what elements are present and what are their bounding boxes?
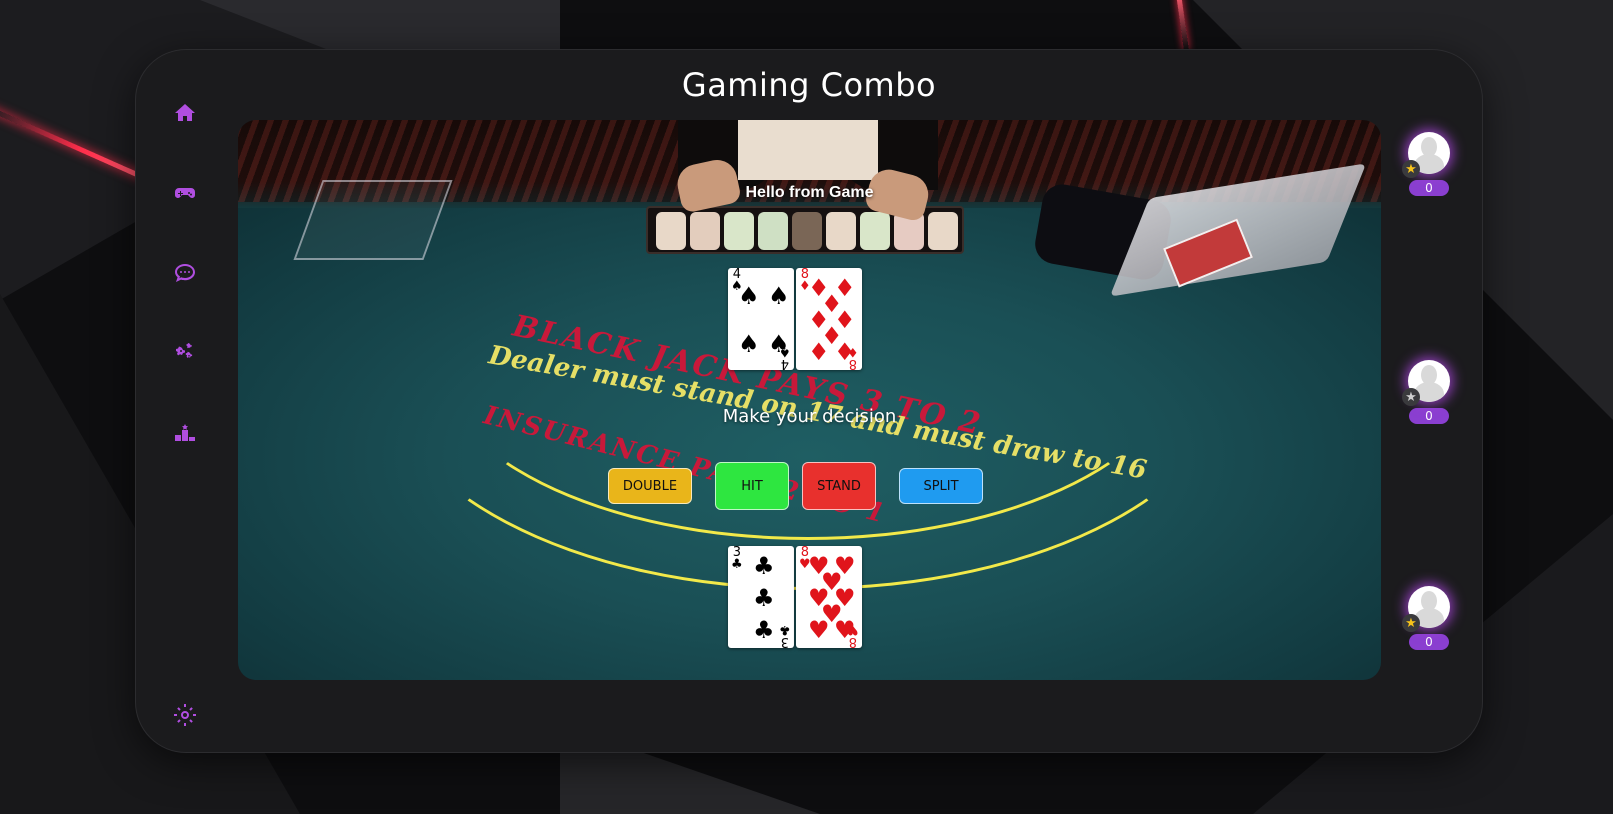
stand-button[interactable]: STAND xyxy=(802,462,876,510)
settings-icon[interactable] xyxy=(172,702,198,728)
double-button[interactable]: DOUBLE xyxy=(608,468,692,504)
decision-prompt: Make your decision xyxy=(722,406,897,427)
player-slot[interactable]: ★ 0 xyxy=(1402,586,1454,650)
chip-stack xyxy=(860,212,890,250)
chip-stack xyxy=(758,212,788,250)
action-buttons: DOUBLE HIT STAND SPLIT xyxy=(238,462,1381,512)
sidebar xyxy=(172,100,202,726)
player-slot[interactable]: ★ 0 xyxy=(1402,360,1454,424)
card-corner: 3 ♣ xyxy=(779,622,791,648)
chat-icon[interactable] xyxy=(172,260,198,286)
blackjack-table: BLACK JACK PAYS 3 TO 2 Dealer must stand… xyxy=(238,120,1381,680)
chip-stack xyxy=(724,212,754,250)
app-window: Gaming Combo BLACK JACK PAYS 3 TO 2 Deal… xyxy=(136,50,1482,752)
star-icon: ★ xyxy=(1402,614,1420,632)
dealer-card: 8 ♦ 8 ♦ ♦ ♦ ♦ ♦ ♦ ♦ ♦ ♦ xyxy=(796,268,862,370)
home-icon[interactable] xyxy=(172,100,198,126)
card-pip: ♣ xyxy=(753,584,775,612)
card-pip: ♦ xyxy=(808,338,830,366)
player-score: 0 xyxy=(1409,408,1449,424)
chip-stack xyxy=(690,212,720,250)
leaderboard-icon[interactable] xyxy=(172,420,198,446)
card-pip: ♣ xyxy=(753,552,775,580)
card-pip: ♣ xyxy=(753,616,775,644)
dealer-card: 4 ♠ 4 ♠ ♠ ♠ ♠ ♠ xyxy=(728,268,794,370)
card-pip: ♥ xyxy=(834,616,856,644)
card-pip: ♠ xyxy=(768,282,790,310)
player-card: 3 ♣ 3 ♣ ♣ ♣ ♣ xyxy=(728,546,794,648)
dealer-figure xyxy=(738,120,878,180)
chip-stack xyxy=(656,212,686,250)
chip-stack xyxy=(792,212,822,250)
card-corner: 3 ♣ xyxy=(731,546,743,572)
gears-icon[interactable] xyxy=(172,340,198,366)
star-icon: ★ xyxy=(1402,160,1420,178)
chip-stack xyxy=(826,212,856,250)
chip-stack xyxy=(928,212,958,250)
split-button[interactable]: SPLIT xyxy=(899,468,983,504)
card-pip: ♠ xyxy=(738,282,760,310)
player-score: 0 xyxy=(1409,634,1449,650)
card-pip: ♠ xyxy=(768,330,790,358)
game-greeting: Hello from Game xyxy=(745,184,874,201)
dealer-hand: 4 ♠ 4 ♠ ♠ ♠ ♠ ♠ 8 ♦ 8 ♦ ♦ ♦ ♦ ♦ ♦ ♦ ♦ ♦ xyxy=(728,268,862,370)
card-pip: ♦ xyxy=(834,338,856,366)
bg-red-accent xyxy=(1176,0,1189,51)
app-title: Gaming Combo xyxy=(681,66,937,104)
hit-button[interactable]: HIT xyxy=(715,462,789,510)
card-pip: ♠ xyxy=(738,330,760,358)
player-card: 8 ♥ 8 ♥ ♥ ♥ ♥ ♥ ♥ ♥ ♥ ♥ xyxy=(796,546,862,648)
player-slot[interactable]: ★ 0 xyxy=(1402,132,1454,196)
card-pip: ♥ xyxy=(808,616,830,644)
player-hand: 3 ♣ 3 ♣ ♣ ♣ ♣ 8 ♥ 8 ♥ ♥ ♥ ♥ ♥ ♥ ♥ ♥ ♥ xyxy=(728,546,862,648)
player-list: ★ 0 ★ 0 ★ 0 xyxy=(1402,132,1454,692)
player-score: 0 xyxy=(1409,180,1449,196)
star-icon: ★ xyxy=(1402,388,1420,406)
gamepad-icon[interactable] xyxy=(172,180,198,206)
